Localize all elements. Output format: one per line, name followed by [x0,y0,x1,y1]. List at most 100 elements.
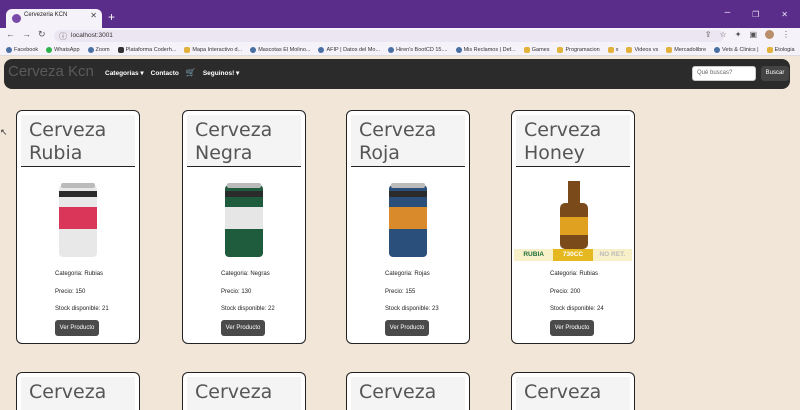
sidepanel-icon[interactable]: ▣ [749,30,757,39]
bookmark-icon [766,46,773,53]
ver-producto-button[interactable]: Ver Producto [550,320,594,336]
product-image[interactable] [37,181,121,267]
maximize-icon[interactable]: ❐ [752,10,759,19]
bookmark-item[interactable]: Zoom [87,46,110,53]
minimize-icon[interactable]: – [725,7,731,19]
window-close-icon[interactable]: ✕ [781,10,788,19]
site-navbar: Cerveza Kcn Categorías ▾ Contacto 🛒 Segu… [4,59,790,89]
bookmark-label: Hiren's BootCD 15.... [396,46,448,53]
nav-links: Categorías ▾ Contacto 🛒 Seguinos! ▾ [105,68,240,78]
bookmark-item[interactable]: Vets & Clinics | [714,46,759,53]
can-image [225,183,263,257]
bookmark-icon [250,46,257,53]
tab-title: Cervezeria KCN [24,12,68,18]
bookmark-item[interactable]: Mercadolibre [666,46,707,53]
back-icon[interactable]: ← [6,29,15,40]
product-card-partial: Cerveza [511,372,635,410]
bookmark-item[interactable]: x [607,46,619,53]
bookmark-item[interactable]: Games [523,46,550,53]
info-icon[interactable]: ⓘ [59,31,67,42]
bookmark-label: x [615,46,619,53]
product-label-banner: RUBIA 730CC NO RET. [514,249,632,261]
product-card: Cerveza Roja Categoria: Rojas Precio: 155 S… [346,110,470,344]
browser-tab[interactable]: Cervezeria KCN ✕ [6,9,102,28]
bookmark-label: Programacion [565,46,600,53]
bookmark-icon [117,46,124,53]
product-category: Categoria: Negras [221,271,270,277]
card-title: Cerveza Honey [524,119,602,164]
bookmark-label: Mis Reclamos | Def... [463,46,516,53]
close-icon[interactable]: ✕ [90,11,97,20]
menu-icon[interactable]: ⋮ [782,30,790,39]
product-category: Categoria: Rubias [550,271,599,277]
can-image [389,183,427,257]
search-input[interactable]: Qué buscas? [692,66,756,81]
card-title: Cerveza Negra [195,119,273,164]
bookmark-label: Games [531,46,550,53]
card-title: Cerveza Rubia [29,119,107,164]
product-category: Categoria: Rojas [385,271,430,277]
bookmark-label: Mercadolibre [674,46,707,53]
reload-icon[interactable]: ↻ [38,29,46,40]
brand-logo[interactable]: Cerveza Kcn [8,63,94,80]
product-category: Categoria: Rubias [55,271,104,277]
bookmark-icon [714,46,721,53]
bookmark-icon [626,46,633,53]
forward-icon[interactable]: → [22,29,31,40]
url-field[interactable]: ⓘ localhost:3001 [54,30,724,42]
star-icon[interactable]: ☆ [720,30,727,39]
bookmark-item[interactable]: WhatsApp [46,46,80,53]
cart-icon[interactable]: 🛒 [186,68,196,77]
search-button[interactable]: Buscar [761,66,789,81]
nav-contacto[interactable]: Contacto [151,70,179,77]
bookmark-item[interactable]: Plataforma Coderh... [117,46,177,53]
nav-categorias[interactable]: Categorías ▾ [105,69,144,77]
new-tab-icon[interactable]: + [108,10,115,24]
product-price: Precio: 130 [221,289,252,295]
extension-icons: ⇪ ☆ ✦ ▣ ⋮ [705,30,790,39]
avatar[interactable] [765,30,774,39]
bookmark-item[interactable]: AFIP | Datos del Mo... [318,46,380,53]
product-image[interactable] [203,181,287,267]
product-image[interactable] [367,181,451,267]
bookmark-label: Vets & Clinics | [722,46,759,53]
mouse-cursor-icon: ↖ [0,127,8,137]
bookmark-item[interactable]: Etologia [766,46,795,53]
can-image [59,183,97,257]
browser-tab-bar: Cervezeria KCN ✕ + – ❐ ✕ [0,0,800,28]
bookmark-item[interactable]: Facebook [6,46,38,53]
bookmark-label: Zoom [95,46,110,53]
ver-producto-button[interactable]: Ver Producto [55,320,99,336]
bookmark-item[interactable]: Mis Reclamos | Def... [455,46,516,53]
product-card: Cerveza Honey RUBIA 730CC NO RET. Categoria:… [511,110,635,344]
nav-seguinos[interactable]: Seguinos! ▾ [203,69,240,77]
bookmark-item[interactable]: Programacion [557,46,600,53]
tab-favicon-icon [12,14,21,23]
ver-producto-button[interactable]: Ver Producto [221,320,265,336]
product-card-partial: Cerveza [346,372,470,410]
bookmark-item[interactable]: Mascotas El Molino... [250,46,310,53]
card-title-box: Cerveza Negra [187,115,301,167]
bookmark-item[interactable]: Hiren's BootCD 15.... [388,46,448,53]
label-mid: 730CC [553,249,593,261]
window-controls: – ❐ ✕ [725,7,788,19]
product-card-partial: Cerveza [16,372,140,410]
url-text: localhost:3001 [71,32,113,39]
bookmark-item[interactable]: Mapa Interactivo d... [184,46,243,53]
label-left: RUBIA [514,249,554,261]
bookmark-label: Etologia [774,46,795,53]
bookmark-label: Plataforma Coderh... [125,46,177,53]
card-title-box: Cerveza Honey [516,115,630,167]
card-title: Cerveza [29,381,107,403]
bookmark-icon [388,46,395,53]
ver-producto-button[interactable]: Ver Producto [385,320,429,336]
product-price: Precio: 200 [550,289,581,295]
product-card: Cerveza Rubia Categoria: Rubias Precio: 15… [16,110,140,344]
extensions-icon[interactable]: ✦ [735,30,742,39]
card-title-box: Cerveza [21,377,135,410]
bookmark-label: Mapa Interactivo d... [192,46,243,53]
share-icon[interactable]: ⇪ [705,30,712,39]
card-title-box: Cerveza Rubia [21,115,135,167]
card-title: Cerveza [359,381,437,403]
bookmark-item[interactable]: Videos vs [626,46,658,53]
